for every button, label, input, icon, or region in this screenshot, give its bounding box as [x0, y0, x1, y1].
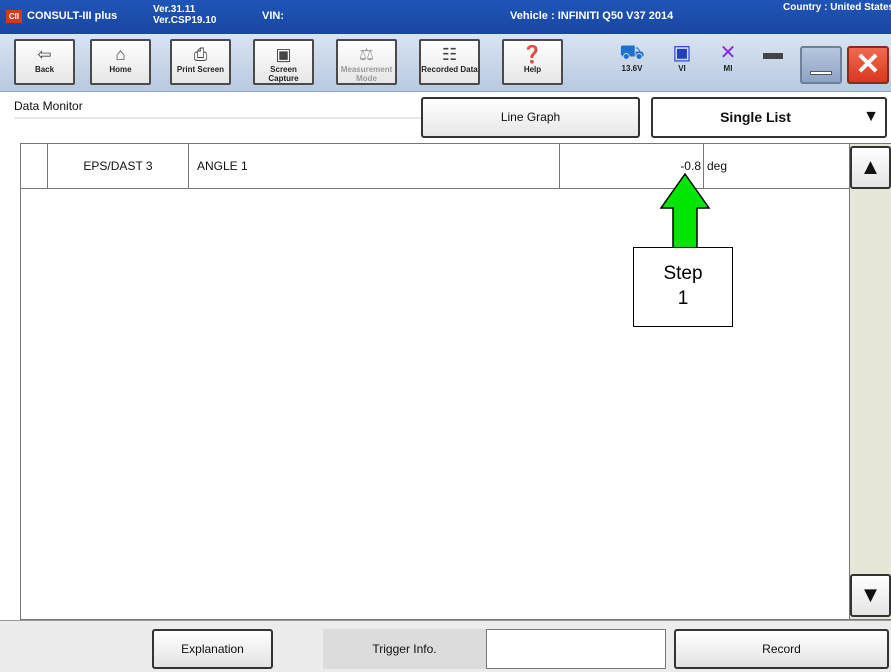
close-button[interactable]: ✕	[847, 46, 889, 84]
step-arrow-icon	[659, 172, 711, 250]
system-cell: EPS/DAST 3	[48, 144, 189, 188]
record-button[interactable]: Record	[674, 629, 889, 669]
measurement-mode-label: Measurement Mode	[340, 65, 393, 83]
vehicle-info: Vehicle : INFINITI Q50 V37 2014	[510, 10, 674, 22]
mi-status: ✕ MI	[710, 42, 746, 73]
minimize-icon	[810, 71, 832, 75]
mi-disconnected-icon: ✕	[719, 42, 737, 64]
print-screen-label: Print Screen	[176, 65, 225, 74]
minimize-button[interactable]	[800, 46, 842, 84]
help-button-label: Help	[523, 65, 542, 74]
measurement-icon: ⚖	[358, 45, 375, 64]
step-callout: Step 1	[633, 247, 733, 327]
screen-capture-button[interactable]: ▣ Screen Capture	[253, 39, 314, 85]
device-status: ▬	[755, 42, 791, 64]
vi-device-icon: ▣	[672, 42, 692, 64]
row-marker-cell	[21, 144, 48, 188]
battery-voltage: 13.6V	[621, 64, 643, 73]
data-monitor-table: EPS/DAST 3 ANGLE 1 -0.8 deg ▲ ▼	[20, 143, 891, 620]
footer-bar: Explanation Trigger Info. Record	[0, 620, 891, 672]
device-icon: ▬	[763, 42, 783, 64]
back-arrow-icon: ⇦	[37, 45, 52, 64]
battery-status: ⛟ 13.6V	[614, 42, 650, 73]
back-button-label: Back	[34, 65, 55, 74]
display-mode-select[interactable]: Single List ▼	[651, 97, 887, 138]
car-icon: ⛟	[619, 42, 645, 64]
recorded-data-button[interactable]: ☷ Recorded Data	[419, 39, 480, 85]
screen-capture-label: Screen Capture	[268, 65, 299, 83]
step-number: 1	[677, 288, 689, 309]
help-button[interactable]: ❓ Help	[502, 39, 563, 85]
home-icon: ⌂	[115, 45, 126, 64]
toolbar: ⇦ Back ⌂ Home ⎙ Print Screen ▣ Screen Ca…	[0, 34, 891, 92]
trigger-info-label: Trigger Info.	[323, 629, 486, 669]
country-info: Country : United States	[783, 2, 891, 13]
consult-app-window: CII CONSULT-III plus Ver.31.11 Ver.CSP19…	[0, 0, 891, 672]
consult-logo-icon: CII	[6, 10, 22, 23]
vertical-scrollbar[interactable]: ▲ ▼	[849, 144, 891, 619]
title-underline	[14, 117, 424, 119]
chevron-down-icon: ▼	[863, 108, 879, 125]
version-csp: Ver.CSP19.10	[153, 15, 217, 26]
trigger-info-field	[486, 629, 666, 669]
explanation-button[interactable]: Explanation	[152, 629, 273, 669]
display-mode-value: Single List	[720, 109, 791, 125]
vi-label: VI	[678, 64, 686, 73]
mi-label: MI	[723, 64, 733, 73]
vi-status: ▣ VI	[664, 42, 700, 73]
camera-icon: ▣	[275, 45, 292, 64]
triangle-down-icon: ▼	[859, 582, 882, 607]
scroll-up-button[interactable]: ▲	[850, 146, 891, 189]
version-main: Ver.31.11	[153, 4, 196, 15]
unit-cell: deg	[707, 159, 728, 173]
app-name: CONSULT-III plus	[27, 10, 118, 22]
printer-icon: ⎙	[193, 45, 208, 64]
vin-label: VIN:	[262, 10, 284, 22]
page-title: Data Monitor	[14, 99, 83, 113]
home-button-label: Home	[109, 65, 132, 74]
scroll-down-button[interactable]: ▼	[850, 574, 891, 617]
print-screen-button[interactable]: ⎙ Print Screen	[170, 39, 231, 85]
triangle-up-icon: ▲	[859, 154, 882, 179]
table-row[interactable]: EPS/DAST 3 ANGLE 1 -0.8 deg	[21, 144, 849, 189]
item-name-cell: ANGLE 1	[189, 144, 560, 188]
line-graph-button[interactable]: Line Graph	[421, 97, 640, 138]
recorded-data-icon: ☷	[441, 45, 458, 64]
title-bar: CII CONSULT-III plus Ver.31.11 Ver.CSP19…	[0, 0, 891, 34]
close-icon: ✕	[855, 48, 881, 81]
recorded-data-label: Recorded Data	[421, 65, 478, 74]
help-icon: ❓	[521, 45, 544, 64]
home-button[interactable]: ⌂ Home	[90, 39, 151, 85]
back-button[interactable]: ⇦ Back	[14, 39, 75, 85]
measurement-mode-button[interactable]: ⚖ Measurement Mode	[336, 39, 397, 85]
step-label: Step	[663, 263, 703, 284]
